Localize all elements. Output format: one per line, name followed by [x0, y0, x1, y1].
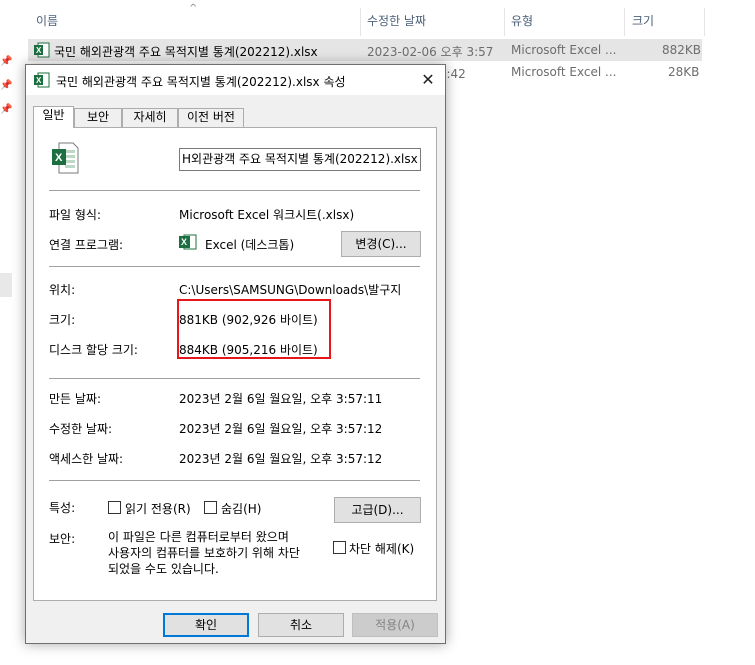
column-divider[interactable] [504, 8, 505, 36]
divider [49, 190, 420, 191]
column-divider[interactable] [704, 8, 705, 36]
column-size-header[interactable]: 크기 [632, 12, 654, 29]
file-type: Microsoft Excel ... [511, 43, 617, 57]
close-icon[interactable]: ✕ [417, 69, 439, 91]
hidden-checkbox[interactable] [204, 501, 217, 514]
file-row[interactable]: X 국민 해외관광객 주요 목적지별 통계(202212).xlsx 2023-… [28, 39, 702, 61]
sort-ascending-icon[interactable]: ^ [189, 3, 197, 14]
attributes-label: 특성: [49, 501, 76, 515]
pin-icon[interactable]: 📌 [0, 56, 12, 67]
excel-file-icon: X [34, 42, 50, 58]
red-highlight-box [177, 299, 331, 359]
general-panel: X H외관광객 주요 목적지별 통계(202212).xlsx 파일 형식: M… [33, 127, 437, 601]
tab-security[interactable]: 보안 [74, 108, 122, 127]
file-size: 882KB [662, 43, 702, 57]
svg-text:X: X [36, 76, 42, 85]
security-label: 보안: [49, 532, 76, 546]
modified-label: 수정한 날짜: [49, 422, 113, 436]
ok-button[interactable]: 확인 [163, 613, 249, 637]
svg-text:X: X [36, 46, 42, 55]
pin-icon[interactable]: 📌 [0, 104, 12, 115]
created-value: 2023년 2월 6일 월요일, 오후 3:57:11 [179, 392, 383, 406]
file-name[interactable]: 국민 해외관광객 주요 목적지별 통계(202212).xlsx [54, 43, 318, 60]
cancel-button[interactable]: 취소 [258, 613, 344, 637]
excel-app-icon: X [179, 234, 197, 250]
advanced-button[interactable]: 고급(D)... [334, 497, 421, 523]
file-type-value: Microsoft Excel 워크시트(.xlsx) [179, 208, 355, 222]
modified-value: 2023년 2월 6일 월요일, 오후 3:57:12 [179, 422, 383, 436]
divider [49, 378, 420, 379]
apply-button[interactable]: 적용(A) [352, 613, 438, 637]
properties-dialog: X 국민 해외관광객 주요 목적지별 통계(202212).xlsx 속성 ✕ … [25, 64, 446, 644]
tab-details[interactable]: 자세히 [122, 108, 178, 127]
change-button[interactable]: 변경(C)... [341, 231, 421, 257]
excel-file-icon: X [34, 72, 50, 88]
tab-general[interactable]: 일반 [33, 106, 74, 128]
opens-with-label: 연결 프로그램: [49, 238, 124, 252]
file-type: Microsoft Excel ... [511, 65, 617, 79]
size-label: 크기: [49, 313, 76, 327]
location-label: 위치: [49, 283, 76, 297]
svg-text:X: X [55, 152, 63, 164]
column-date-header[interactable]: 수정한 날짜 [367, 12, 426, 29]
column-divider[interactable] [624, 8, 625, 36]
dialog-titlebar[interactable]: X 국민 해외관광객 주요 목적지별 통계(202212).xlsx 속성 ✕ [26, 65, 445, 95]
excel-file-icon: X [52, 142, 79, 174]
unblock-checkbox[interactable] [333, 541, 346, 554]
tab-previous-versions[interactable]: 이전 버전 [178, 108, 244, 127]
accessed-value: 2023년 2월 6일 월요일, 오후 3:57:12 [179, 452, 383, 466]
column-divider[interactable] [360, 8, 361, 36]
column-name-header[interactable]: 이름 [36, 12, 58, 29]
divider [49, 480, 420, 481]
readonly-label[interactable]: 읽기 전용(R) [125, 500, 191, 517]
opens-with-value: Excel (데스크톱) [205, 238, 295, 252]
svg-text:X: X [181, 237, 187, 247]
location-value: C:\Users\SAMSUNG\Downloads\발구지 [179, 283, 402, 297]
file-size: 28KB [668, 65, 700, 79]
readonly-checkbox[interactable] [108, 501, 121, 514]
filename-input[interactable]: H외관광객 주요 목적지별 통계(202212).xlsx [179, 148, 421, 171]
nav-pane-selection[interactable] [0, 273, 12, 297]
pin-icon[interactable]: 📌 [0, 80, 12, 91]
size-on-disk-label: 디스크 할당 크기: [49, 343, 138, 357]
file-type-label: 파일 형식: [49, 208, 102, 222]
column-type-header[interactable]: 유형 [511, 12, 533, 29]
created-label: 만든 날짜: [49, 392, 102, 406]
dialog-title: 국민 해외관광객 주요 목적지별 통계(202212).xlsx 속성 [56, 75, 346, 89]
unblock-label[interactable]: 차단 해제(K) [349, 540, 414, 557]
security-message: 이 파일은 다른 컴퓨터로부터 왔으며 사용자의 컴퓨터를 보호하기 위해 차단… [108, 530, 300, 576]
hidden-label[interactable]: 숨김(H) [221, 500, 261, 517]
file-date: 2023-02-06 오후 3:57 [367, 45, 494, 59]
column-header-bar: ^ 이름 수정한 날짜 유형 크기 [0, 0, 755, 40]
accessed-label: 액세스한 날짜: [49, 452, 124, 466]
divider [49, 266, 420, 267]
